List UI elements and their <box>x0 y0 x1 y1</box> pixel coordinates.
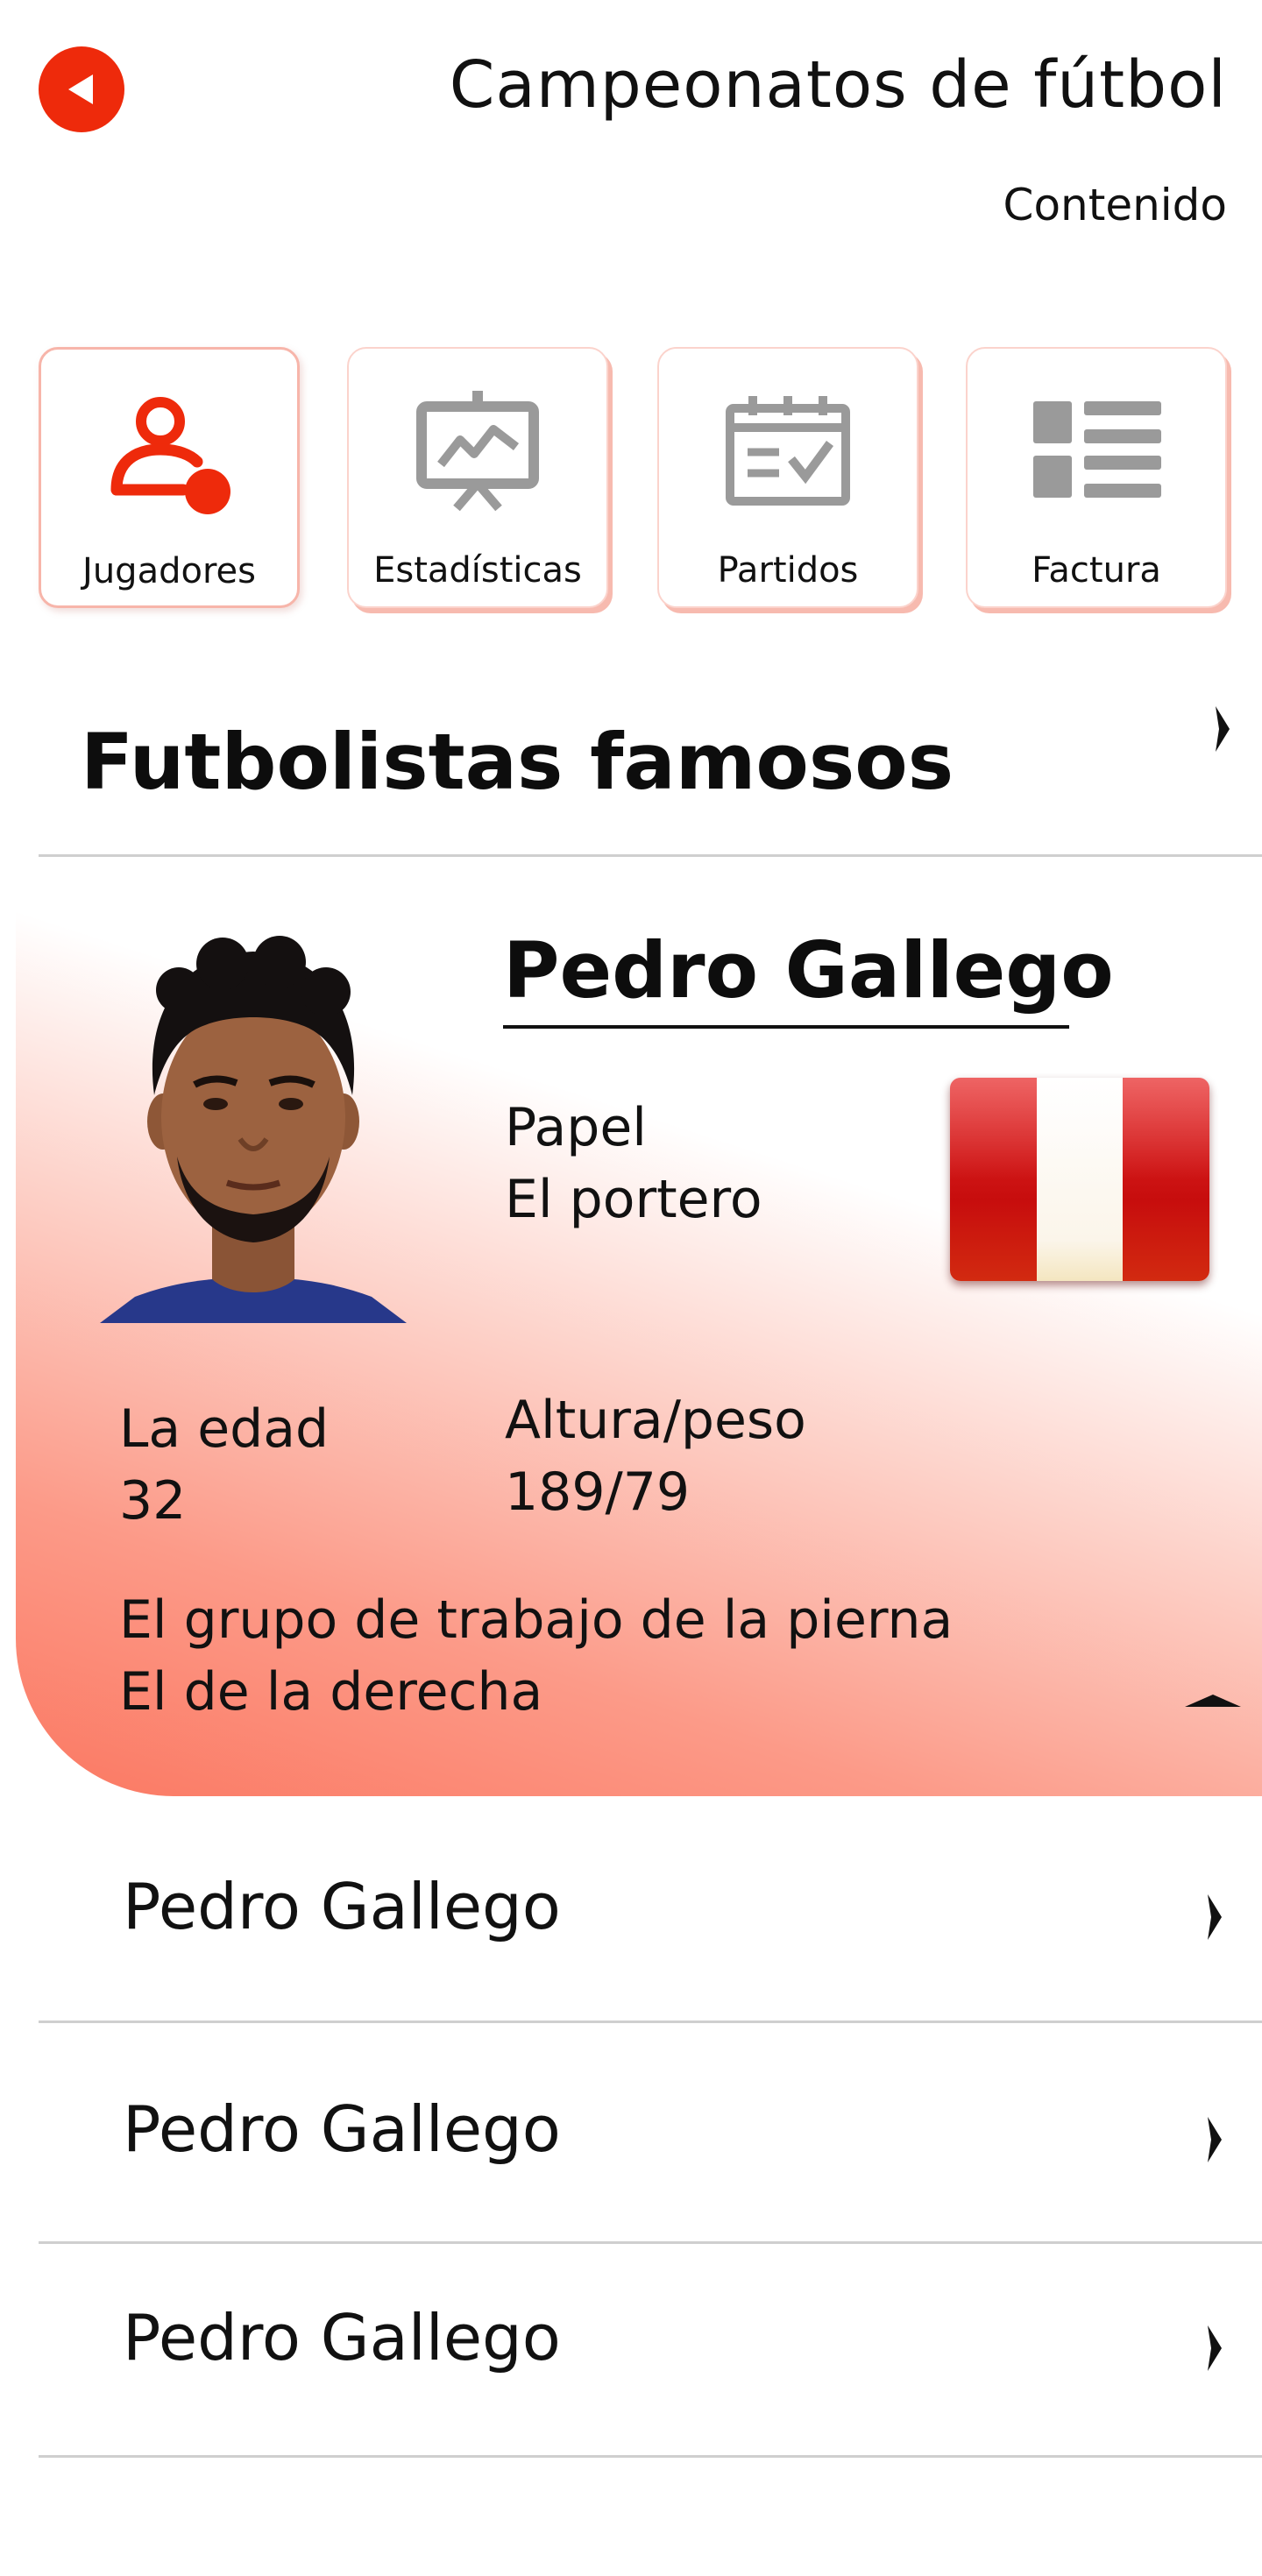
list-icon <box>1026 386 1166 517</box>
list-item[interactable]: Pedro Gallego <box>0 1803 1262 2022</box>
tab-label: Partidos <box>717 550 859 591</box>
player-name: Pedro Gallego <box>503 925 1114 1016</box>
stats-chart-icon <box>408 386 548 517</box>
tab-partidos[interactable]: Partidos <box>657 347 918 608</box>
category-tabs: Jugadores Estadísticas Partidos Factura <box>39 347 1227 610</box>
height-weight-label: Altura/peso <box>505 1390 806 1451</box>
chevron-right-icon <box>1208 2325 1222 2371</box>
calendar-check-icon <box>718 386 858 517</box>
divider <box>39 2020 1262 2023</box>
age-value: 32 <box>119 1470 187 1532</box>
tab-label: Estadísticas <box>373 550 582 591</box>
chevron-right-icon <box>1208 1894 1222 1940</box>
chevron-right-icon[interactable] <box>1214 703 1231 755</box>
player-card-expanded[interactable]: Pedro Gallego Papel El portero La edad 3… <box>16 859 1262 1796</box>
player-name: Pedro Gallego <box>123 1870 561 1943</box>
name-underline <box>503 1025 1069 1029</box>
height-weight-value: 189/79 <box>505 1461 691 1523</box>
collapse-icon[interactable] <box>1185 1693 1241 1709</box>
role-value: El portero <box>505 1169 762 1230</box>
tab-label: Factura <box>1032 550 1161 591</box>
chevron-left-icon <box>68 74 93 104</box>
peru-flag <box>950 1078 1209 1281</box>
player-name: Pedro Gallego <box>123 2092 561 2166</box>
player-photo <box>100 936 407 1323</box>
tab-factura[interactable]: Factura <box>966 347 1227 608</box>
foot-value: El de la derecha <box>119 1661 543 1723</box>
list-item[interactable]: Pedro Gallego <box>0 2026 1262 2245</box>
list-item[interactable]: Pedro Gallego <box>0 2234 1262 2453</box>
tab-label: Jugadores <box>82 551 256 591</box>
tab-jugadores[interactable]: Jugadores <box>39 347 300 608</box>
tab-estadisticas[interactable]: Estadísticas <box>347 347 608 608</box>
back-button[interactable] <box>39 46 124 132</box>
divider <box>39 854 1262 857</box>
player-name: Pedro Gallego <box>123 2301 561 2374</box>
divider <box>39 2455 1262 2458</box>
chevron-right-icon <box>1208 2117 1222 2162</box>
app-screen: Campeonatos de fútbol Contenido Jugadore… <box>0 0 1262 2576</box>
page-subtitle: Contenido <box>1003 180 1227 230</box>
section-title: Futbolistas famosos <box>81 717 954 807</box>
player-icon <box>99 386 239 518</box>
foot-label: El grupo de trabajo de la pierna <box>119 1589 954 1651</box>
page-title: Campeonatos de fútbol <box>449 47 1227 123</box>
age-label: La edad <box>119 1398 330 1460</box>
role-label: Papel <box>505 1097 647 1158</box>
